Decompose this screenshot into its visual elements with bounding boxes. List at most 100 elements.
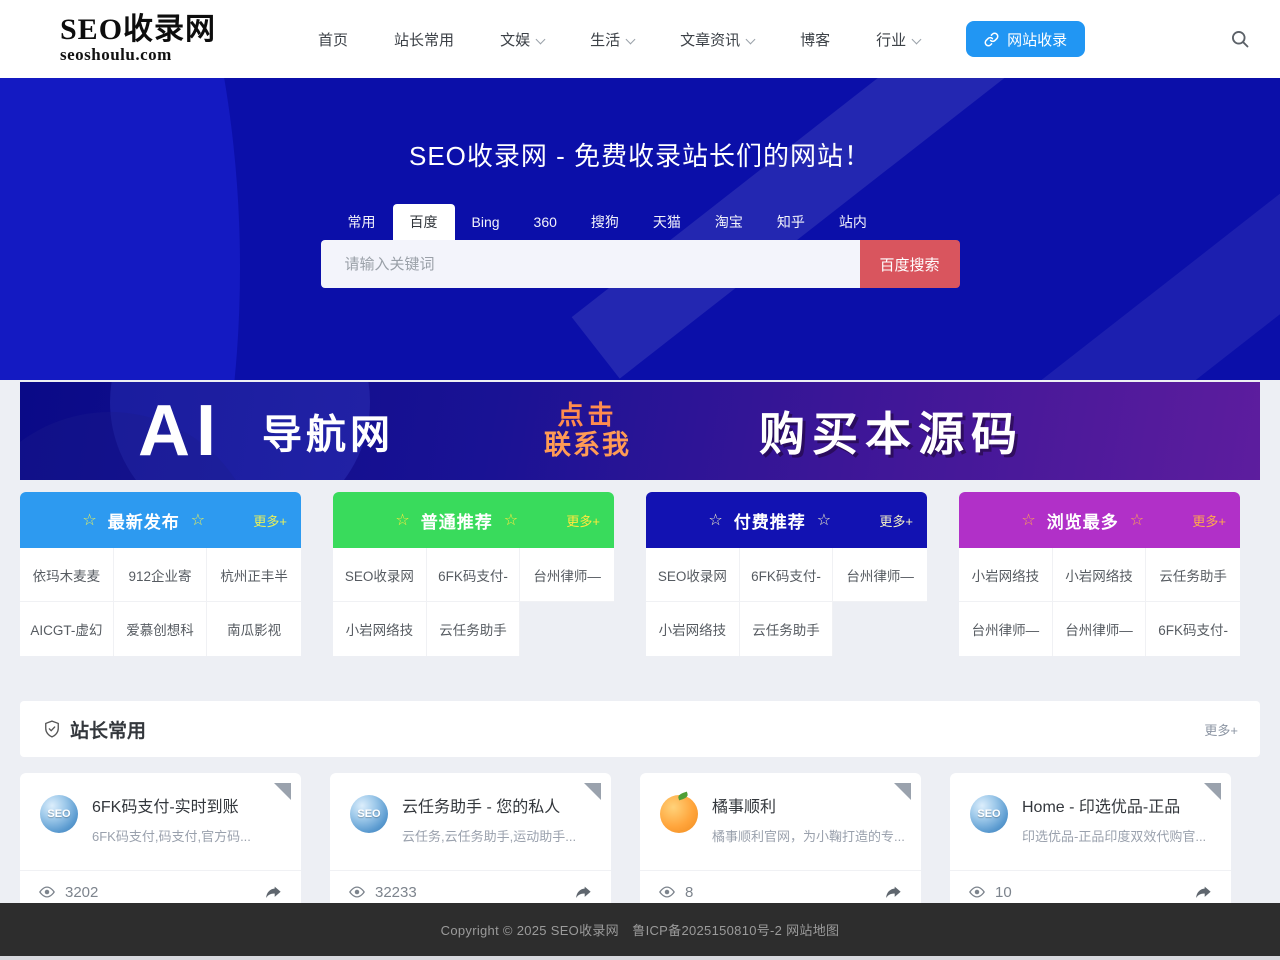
site-link[interactable]: 小岩网络技 xyxy=(959,548,1053,602)
nav-item-articles[interactable]: 文章资讯 xyxy=(680,29,754,50)
rank-cards-row: ☆ 最新发布 ☆ 更多+ 依玛木麦麦 912企业寄 杭州正丰半 AICGT-虚幻… xyxy=(0,480,1280,656)
rank-card-header: ☆ 浏览最多 ☆ 更多+ xyxy=(959,492,1240,548)
eye-icon xyxy=(348,883,366,901)
hero-banner: SEO收录网 - 免费收录站长们的网站！ 常用 百度 Bing 360 搜狗 天… xyxy=(0,78,1280,380)
site-link[interactable]: 杭州正丰半 xyxy=(207,548,301,602)
view-count: 3202 xyxy=(38,883,98,901)
tab-bing[interactable]: Bing xyxy=(455,204,517,240)
rank-card-title: 最新发布 xyxy=(108,508,180,533)
view-count: 32233 xyxy=(348,883,417,901)
tab-tmall[interactable]: 天猫 xyxy=(636,204,698,240)
nav-item-webmaster-tools[interactable]: 站长常用 xyxy=(394,29,454,50)
ad-nav-text: 导航网 xyxy=(262,402,394,460)
corner-fold-icon xyxy=(1204,783,1221,800)
site-link[interactable]: 云任务助手 xyxy=(740,602,834,656)
site-logo[interactable]: SEO收录网 seoshoulu.com xyxy=(60,14,216,63)
site-link[interactable]: SEO收录网 xyxy=(333,548,427,602)
site-link[interactable]: 912企业寄 xyxy=(114,548,208,602)
eye-icon xyxy=(38,883,56,901)
chevron-down-icon xyxy=(536,34,546,44)
share-icon[interactable] xyxy=(884,883,903,902)
share-icon[interactable] xyxy=(264,883,283,902)
site-link[interactable]: 6FK码支付- xyxy=(427,548,521,602)
site-description: 云任务,云任务助手,运动助手... xyxy=(402,826,576,845)
more-link[interactable]: 更多+ xyxy=(253,511,287,530)
site-link[interactable]: 小岩网络技 xyxy=(646,602,740,656)
sitemap-link[interactable]: 网站地图 xyxy=(786,923,839,938)
header-search-icon[interactable] xyxy=(1230,29,1250,49)
tab-onsite[interactable]: 站内 xyxy=(822,204,884,240)
view-count: 8 xyxy=(658,883,693,901)
ad-buy-text: 购买本源码 xyxy=(759,398,1024,464)
site-description: 橘事顺利官网，为小鞠打造的专... xyxy=(712,826,905,845)
rank-card-paid: ☆ 付费推荐 ☆ 更多+ SEO收录网 6FK码支付- 台州律师— 小岩网络技 … xyxy=(646,492,927,656)
site-link[interactable]: 台州律师— xyxy=(520,548,614,602)
nav-item-entertainment[interactable]: 文娱 xyxy=(500,29,544,50)
site-title[interactable]: 橘事顺利 xyxy=(712,793,902,817)
keyword-search-input[interactable] xyxy=(321,240,860,288)
site-link[interactable]: 小岩网络技 xyxy=(1053,548,1147,602)
tab-baidu-active[interactable]: 百度 xyxy=(393,204,455,240)
rank-card-header: ☆ 付费推荐 ☆ 更多+ xyxy=(646,492,927,548)
site-header: SEO收录网 seoshoulu.com 首页 站长常用 文娱 生活 文章资讯 … xyxy=(0,0,1280,78)
site-title[interactable]: 6FK码支付-实时到账 xyxy=(92,793,251,817)
more-link[interactable]: 更多+ xyxy=(879,511,913,530)
site-card[interactable]: SEO 云任务助手 - 您的私人 云任务,云任务助手,运动助手... 32233 xyxy=(330,773,611,913)
page-bottom-strip xyxy=(0,956,1280,960)
section-webmaster-tools: 站长常用 更多+ xyxy=(20,701,1260,757)
empty-cell xyxy=(833,602,927,656)
eye-icon xyxy=(658,883,676,901)
tab-taobao[interactable]: 淘宝 xyxy=(698,204,760,240)
more-link[interactable]: 更多+ xyxy=(566,511,600,530)
site-link[interactable]: 台州律师— xyxy=(1053,602,1147,656)
site-link[interactable]: 小岩网络技 xyxy=(333,602,427,656)
site-card[interactable]: SEO Home - 印选优品-正品 印选优品-正品印度双效代购官... 10 xyxy=(950,773,1231,913)
rank-card-header: ☆ 最新发布 ☆ 更多+ xyxy=(20,492,301,548)
site-favicon: SEO xyxy=(40,795,78,833)
nav-item-home[interactable]: 首页 xyxy=(318,29,348,50)
site-link[interactable]: 爱慕创想科 xyxy=(114,602,208,656)
more-link[interactable]: 更多+ xyxy=(1204,720,1238,739)
nav-item-blog[interactable]: 博客 xyxy=(800,29,830,50)
search-engine-tabs: 常用 百度 Bing 360 搜狗 天猫 淘宝 知乎 站内 xyxy=(321,204,960,240)
rank-card-header: ☆ 普通推荐 ☆ 更多+ xyxy=(333,492,614,548)
tab-sogou[interactable]: 搜狗 xyxy=(574,204,636,240)
share-icon[interactable] xyxy=(1194,883,1213,902)
main-nav: 首页 站长常用 文娱 生活 文章资讯 博客 行业 xyxy=(318,29,920,50)
ad-ai-text: AI xyxy=(138,390,222,472)
submit-site-button[interactable]: 网站收录 xyxy=(966,21,1085,57)
share-icon[interactable] xyxy=(574,883,593,902)
site-link[interactable]: SEO收录网 xyxy=(646,548,740,602)
site-card[interactable]: SEO 6FK码支付-实时到账 6FK码支付,码支付,官方码... 3202 xyxy=(20,773,301,913)
site-link[interactable]: AICGT-虚幻 xyxy=(20,602,114,656)
rank-card-most-viewed: ☆ 浏览最多 ☆ 更多+ 小岩网络技 小岩网络技 云任务助手 台州律师— 台州律… xyxy=(959,492,1240,656)
site-link[interactable]: 云任务助手 xyxy=(427,602,521,656)
site-link[interactable]: 云任务助手 xyxy=(1146,548,1240,602)
tab-360[interactable]: 360 xyxy=(517,204,574,240)
site-link[interactable]: 南瓜影视 xyxy=(207,602,301,656)
rank-card-latest: ☆ 最新发布 ☆ 更多+ 依玛木麦麦 912企业寄 杭州正丰半 AICGT-虚幻… xyxy=(20,492,301,656)
rank-card-recommended: ☆ 普通推荐 ☆ 更多+ SEO收录网 6FK码支付- 台州律师— 小岩网络技 … xyxy=(333,492,614,656)
baidu-search-button[interactable]: 百度搜索 xyxy=(860,240,960,288)
site-title[interactable]: 云任务助手 - 您的私人 xyxy=(402,793,576,817)
site-link[interactable]: 依玛木麦麦 xyxy=(20,548,114,602)
star-icon: ☆ xyxy=(1021,510,1035,530)
logo-title: SEO收录网 xyxy=(60,14,216,46)
ad-banner[interactable]: AI 导航网 点击 联系我 购买本源码 xyxy=(20,382,1260,480)
page-footer: Copyright © 2025 SEO收录网 鲁ICP备2025150810号… xyxy=(0,903,1280,956)
tab-common[interactable]: 常用 xyxy=(331,204,393,240)
nav-item-industry[interactable]: 行业 xyxy=(876,29,920,50)
more-link[interactable]: 更多+ xyxy=(1192,511,1226,530)
site-link[interactable]: 台州律师— xyxy=(959,602,1053,656)
link-icon xyxy=(984,32,999,47)
site-link[interactable]: 6FK码支付- xyxy=(740,548,834,602)
tab-zhihu[interactable]: 知乎 xyxy=(760,204,822,240)
site-favicon: SEO xyxy=(350,795,388,833)
site-title[interactable]: Home - 印选优品-正品 xyxy=(1022,793,1206,817)
nav-item-life[interactable]: 生活 xyxy=(590,29,634,50)
shield-check-icon xyxy=(42,719,62,739)
site-link[interactable]: 台州律师— xyxy=(833,548,927,602)
section-title: 站长常用 xyxy=(42,716,146,743)
site-link[interactable]: 6FK码支付- xyxy=(1146,602,1240,656)
site-card[interactable]: 橘事顺利 橘事顺利官网，为小鞠打造的专... 8 xyxy=(640,773,921,913)
